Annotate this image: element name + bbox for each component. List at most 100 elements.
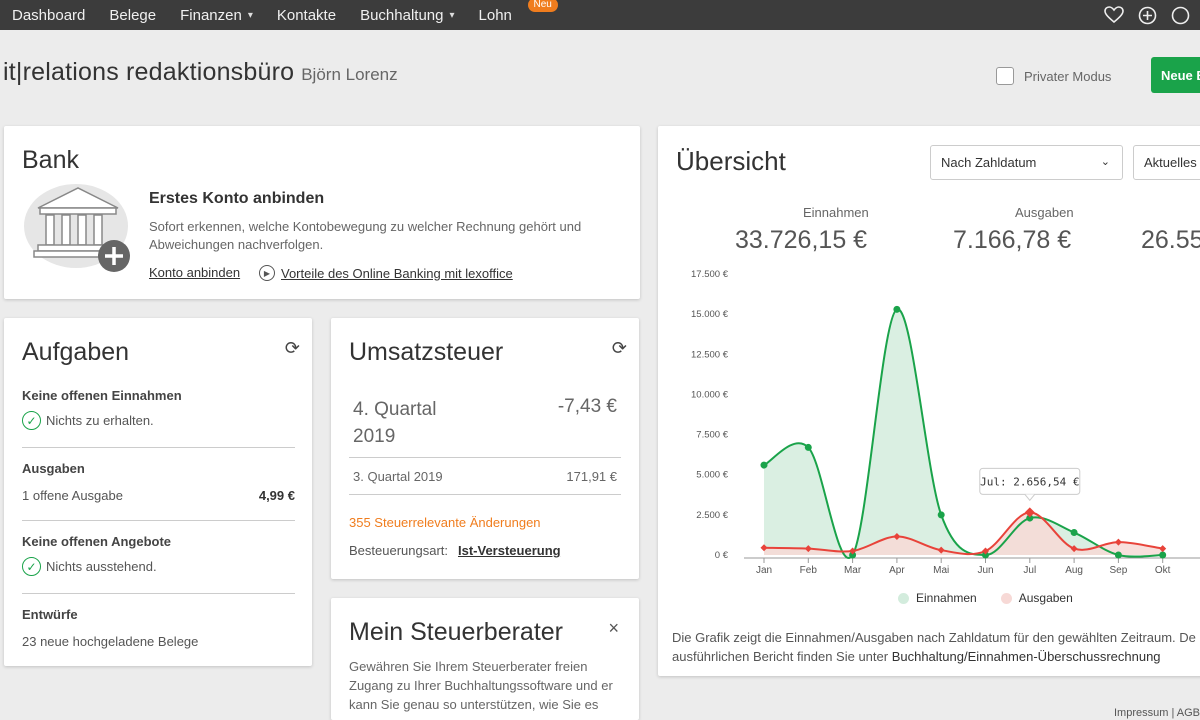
vat-previous-period: 3. Quartal 2019 — [353, 469, 443, 484]
refresh-icon[interactable]: ⟳ — [612, 338, 627, 359]
vat-current-period: 4. Quartal 2019 — [353, 399, 437, 447]
heart-icon[interactable] — [1104, 6, 1124, 24]
legend-swatch-expenses — [1000, 592, 1012, 604]
data-point-income — [804, 443, 812, 451]
close-icon[interactable]: × — [608, 618, 619, 639]
bank-building-icon — [24, 182, 136, 279]
new-badge: Neu — [527, 0, 558, 12]
data-point-income — [1159, 551, 1167, 559]
legend-label-expenses: Ausgaben — [1018, 591, 1073, 605]
legend-income[interactable]: Einnahmen — [898, 591, 977, 605]
new-booking-button[interactable]: Neue Bu — [1151, 57, 1200, 93]
x-tick-label: Jan — [756, 565, 772, 576]
chart-legend: Einnahmen Ausgaben — [898, 591, 1073, 605]
nav-buchhaltung[interactable]: Buchhaltung ▾ — [348, 0, 466, 30]
series-area-income — [764, 309, 1163, 559]
tasks-section-text: Nichts ausstehend. — [46, 559, 157, 574]
bank-title: Bank — [22, 146, 79, 174]
page-header: it|relations redaktionsbüro Björn Lorenz — [3, 58, 398, 87]
date-basis-select[interactable]: Nach Zahldatum ⌄ — [930, 145, 1123, 180]
divider — [349, 494, 621, 495]
play-icon: ▶ — [259, 265, 275, 281]
help-icon[interactable] — [1171, 6, 1190, 25]
taxation-value-link[interactable]: Ist-Versteuerung — [458, 543, 561, 558]
kpi-expenses-label: Ausgaben — [1015, 205, 1074, 220]
overview-card: Übersicht Nach Zahldatum ⌄ Aktuelles J E… — [658, 126, 1200, 676]
refresh-icon[interactable]: ⟳ — [285, 338, 300, 359]
legend-swatch-income — [898, 592, 909, 604]
overview-title: Übersicht — [676, 146, 786, 176]
legend-expenses[interactable]: Ausgaben — [1000, 591, 1073, 605]
x-tick-label: Feb — [800, 565, 818, 576]
tasks-section-line: ✓ Nichts ausstehend. — [22, 557, 157, 576]
data-point-income — [1070, 529, 1078, 537]
nav-kontakte[interactable]: Kontakte — [265, 0, 348, 30]
tasks-section-title: Ausgaben — [22, 461, 85, 476]
period-value: Aktuelles J — [1144, 155, 1200, 170]
nav-kontakte-label: Kontakte — [276, 6, 337, 24]
y-tick-label: 2.500 € — [696, 510, 728, 521]
x-tick-label: Apr — [889, 565, 905, 576]
open-expenses-link[interactable]: 1 offene Ausgabe — [22, 488, 123, 503]
tax-changes-link[interactable]: 355 Steuerrelevante Änderungen — [349, 515, 541, 530]
chevron-down-icon: ▾ — [449, 9, 455, 21]
plus-circle-icon[interactable] — [1138, 6, 1157, 25]
eur-report-link[interactable]: Buchhaltung/Einnahmen-Überschussrechnung — [892, 649, 1161, 664]
tasks-section-title: Keine offenen Angebote — [22, 534, 172, 549]
divider — [22, 593, 295, 594]
tasks-section-text: Nichts zu erhalten. — [46, 413, 154, 428]
nav-finanzen[interactable]: Finanzen ▾ — [168, 0, 265, 30]
divider — [22, 520, 295, 521]
y-tick-label: 10.000 € — [691, 389, 729, 400]
nav-lohn-label: Lohn — [478, 6, 512, 24]
online-banking-link-label: Vorteile des Online Banking mit lexoffic… — [281, 265, 513, 281]
kpi-balance-value: 26.55 — [1141, 226, 1200, 254]
tasks-section-text: 23 neue hochgeladene Belege — [22, 634, 199, 649]
check-circle-icon: ✓ — [22, 557, 41, 576]
x-tick-label: Okt — [1155, 565, 1171, 576]
legend-label-income: Einnahmen — [916, 591, 977, 605]
drafts-link[interactable]: 23 neue hochgeladene Belege — [22, 634, 198, 649]
nav-dashboard-label: Dashboard — [12, 6, 86, 24]
y-tick-label: 5.000 € — [696, 470, 728, 481]
user-name: Björn Lorenz — [301, 65, 398, 84]
y-tick-label: 0 € — [715, 550, 729, 561]
tasks-title: Aufgaben — [22, 338, 130, 366]
private-mode-checkbox[interactable] — [996, 67, 1014, 85]
nav-lohn[interactable]: Lohn Neu — [467, 0, 558, 30]
tasks-section-title: Keine offenen Einnahmen — [22, 388, 182, 403]
x-tick-label: Mar — [844, 565, 862, 576]
bank-card: Bank Erstes Konto anbinden Sofort erkenn… — [4, 126, 640, 299]
vat-current-value: -7,43 € — [557, 396, 617, 417]
bank-description: Sofort erkennen, welche Kontobewegung zu… — [149, 219, 582, 252]
private-mode-toggle[interactable]: Privater Modus — [996, 67, 1111, 85]
y-tick-label: 12.500 € — [691, 349, 729, 360]
kpi-income-label: Einnahmen — [803, 205, 869, 220]
divider — [22, 447, 295, 448]
tax-advisor-title: Mein Steuerberater — [349, 618, 564, 646]
chart-tooltip-arrow — [1024, 494, 1036, 502]
footer-links[interactable]: Impressum | AGB — [1114, 707, 1200, 719]
chevron-down-icon: ⌄ — [1100, 156, 1110, 168]
company-name: it|relations redaktionsbüro — [3, 58, 295, 86]
x-tick-label: Sep — [1110, 565, 1128, 576]
check-circle-icon: ✓ — [22, 411, 41, 430]
nav-dashboard[interactable]: Dashboard — [0, 0, 97, 30]
nav-buchhaltung-label: Buchhaltung — [360, 6, 444, 24]
tax-advisor-card: Mein Steuerberater × Gewähren Sie Ihrem … — [331, 598, 639, 720]
open-expenses-amount: 4,99 € — [258, 488, 295, 503]
tasks-card: Aufgaben ⟳ Keine offenen Einnahmen ✓ Nic… — [4, 318, 312, 666]
top-navigation: Dashboard Belege Finanzen ▾ Kontakte Buch… — [0, 0, 1200, 30]
data-point-income — [937, 511, 945, 519]
nav-icon-group — [1104, 0, 1190, 30]
x-tick-label: Aug — [1065, 565, 1083, 576]
online-banking-link[interactable]: ▶ Vorteile des Online Banking mit lexoff… — [259, 265, 513, 281]
period-select[interactable]: Aktuelles J — [1133, 145, 1200, 180]
private-mode-label: Privater Modus — [1024, 68, 1112, 84]
kpi-expenses-value: 7.166,78 € — [953, 226, 1072, 254]
y-tick-label: 15.000 € — [691, 309, 729, 320]
y-tick-label: 7.500 € — [696, 430, 728, 441]
nav-belege[interactable]: Belege — [97, 0, 168, 30]
bank-heading: Erstes Konto anbinden — [149, 190, 325, 207]
connect-account-link[interactable]: Konto anbinden — [149, 265, 240, 280]
